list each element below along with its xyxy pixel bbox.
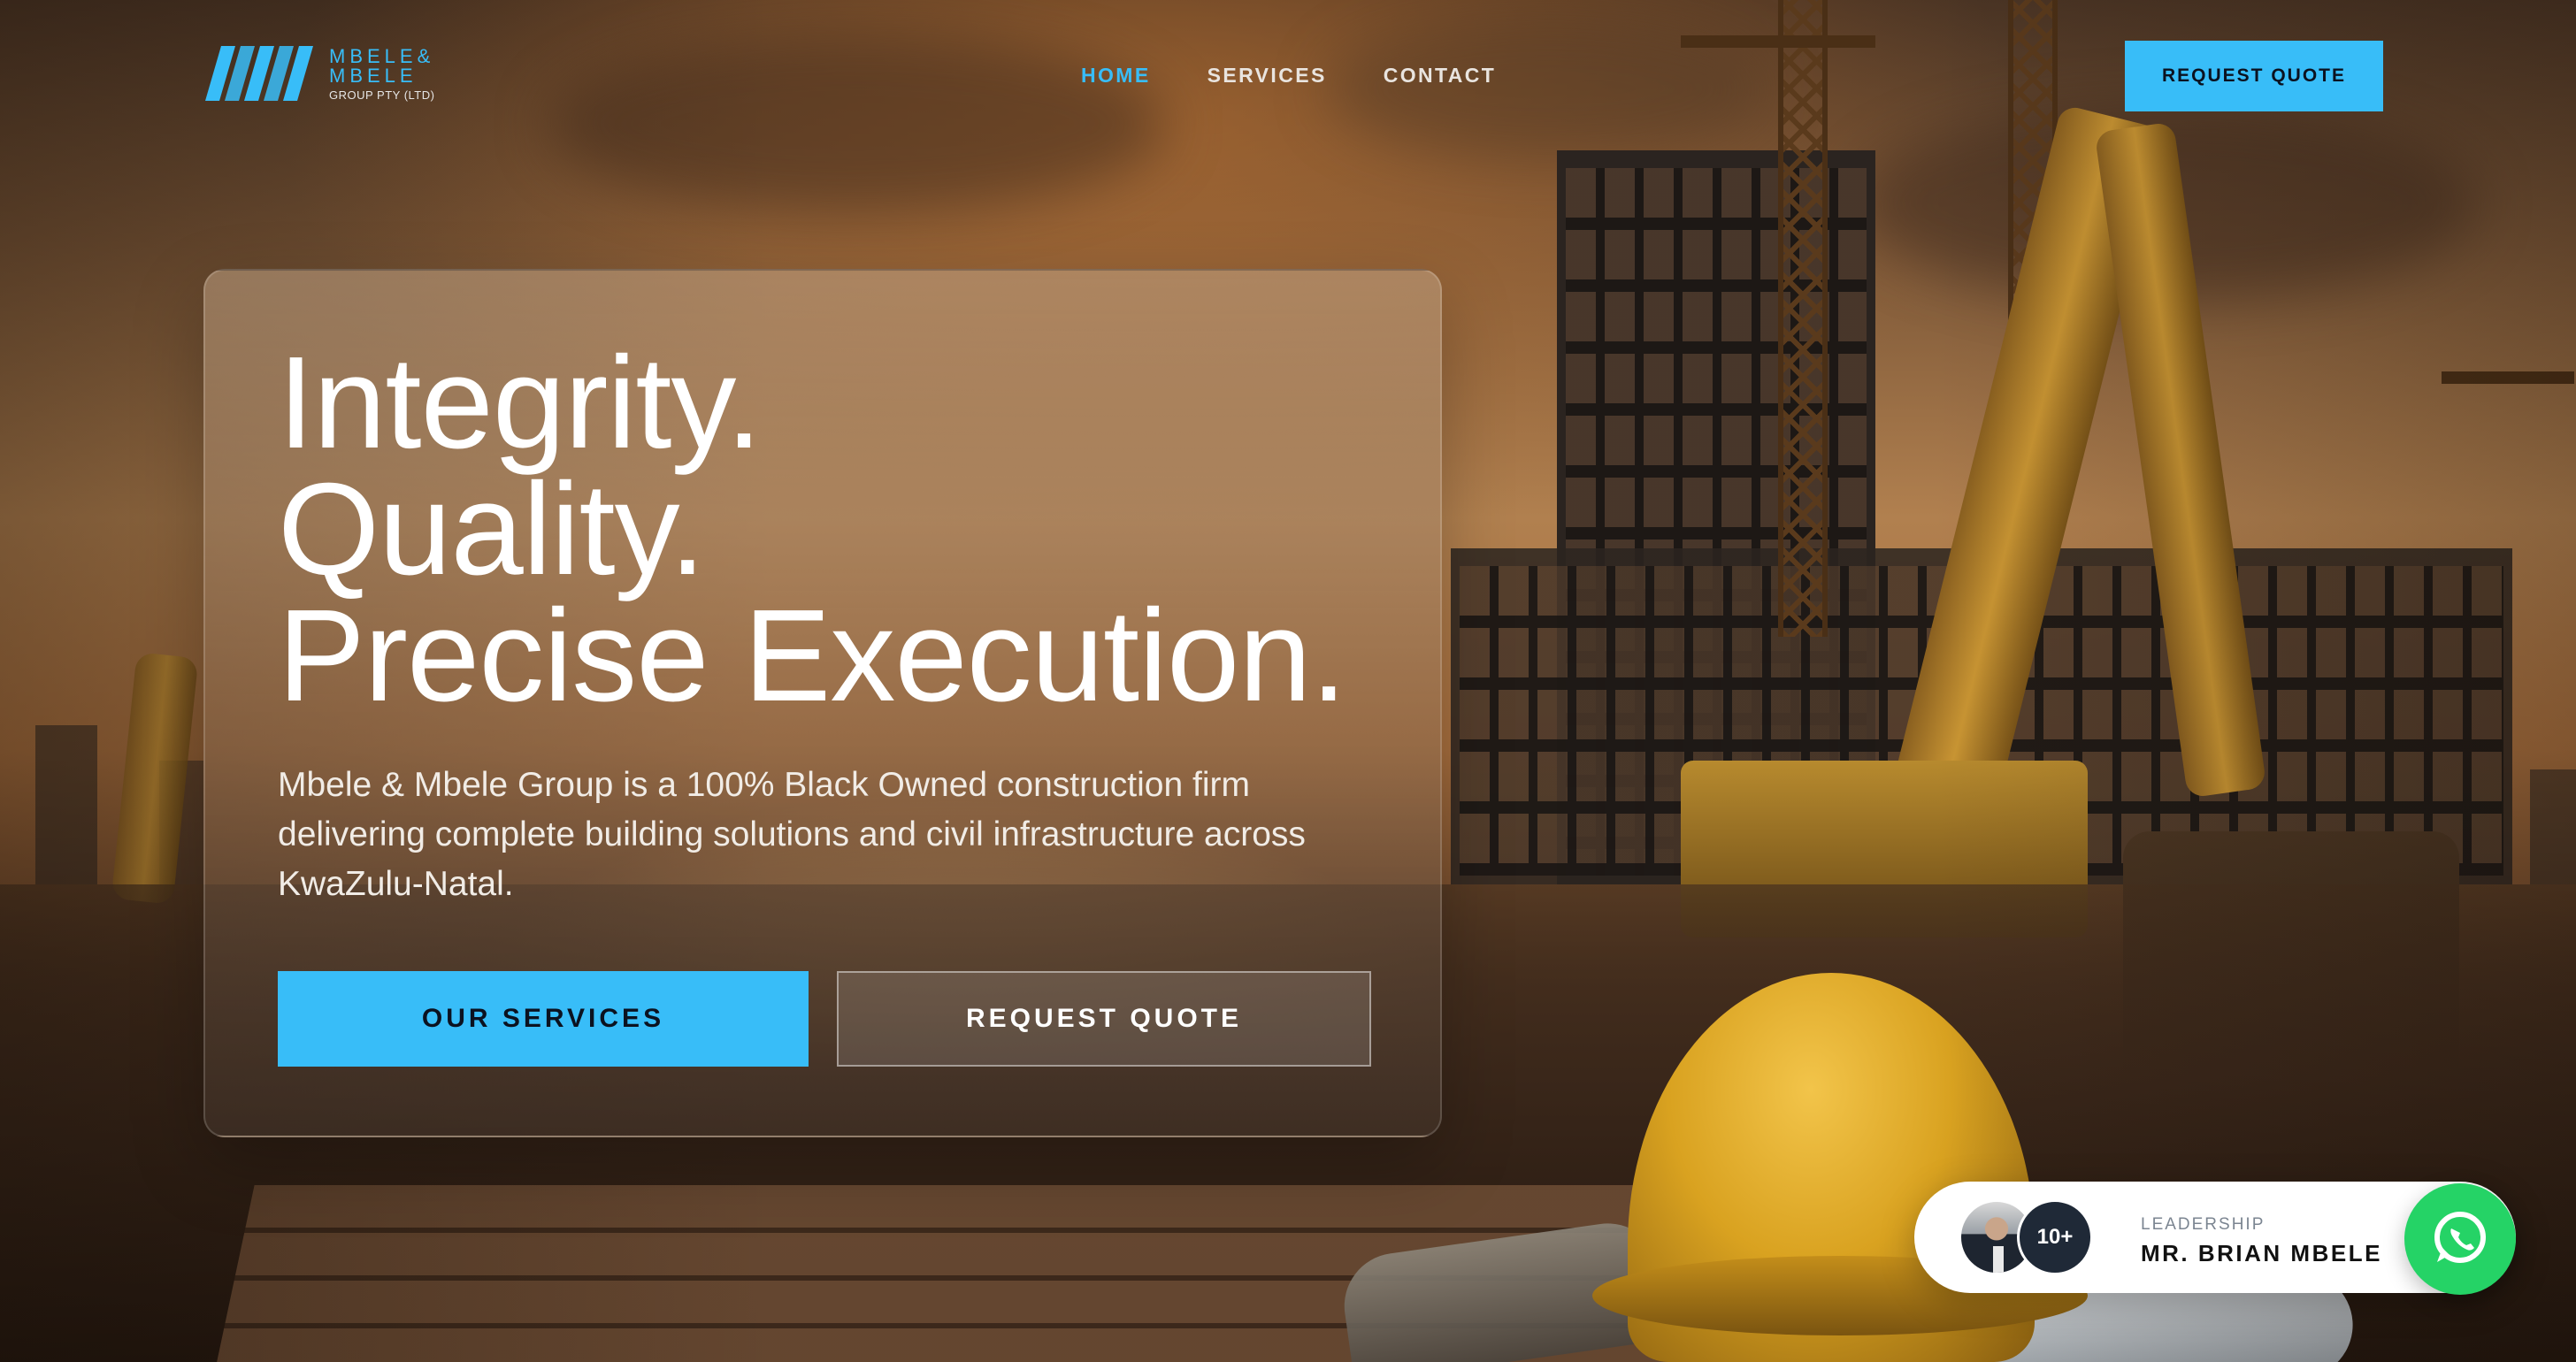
nav-item-services[interactable]: SERVICES bbox=[1208, 64, 1327, 88]
leader-name: MR. BRIAN MBELE bbox=[2141, 1240, 2382, 1266]
our-services-button[interactable]: OUR SERVICES bbox=[278, 971, 809, 1067]
logo-text: MBELE& MBELE GROUP PTY (LTD) bbox=[329, 44, 435, 102]
logo-name-line2: MBELE bbox=[329, 64, 418, 87]
leadership-label: LEADERSHIP bbox=[2141, 1215, 2266, 1234]
whatsapp-icon bbox=[2434, 1212, 2486, 1263]
hero-title: Integrity. Quality. Precise Execution. bbox=[278, 330, 1347, 729]
brand-logo[interactable]: MBELE& MBELE GROUP PTY (LTD) bbox=[205, 46, 434, 101]
nav-item-contact[interactable]: CONTACT bbox=[1384, 64, 1497, 88]
whatsapp-button[interactable] bbox=[2404, 1183, 2516, 1295]
experience-badge: 10+ bbox=[2017, 1199, 2093, 1275]
hero-title-line-3: Precise Execution. bbox=[278, 583, 1347, 729]
hero-card: Integrity. Quality. Precise Execution. M… bbox=[203, 269, 1442, 1137]
logo-name-line1: MBELE& bbox=[329, 44, 435, 67]
logo-tagline: GROUP PTY (LTD) bbox=[329, 88, 435, 102]
hero-description: Mbele & Mbele Group is a 100% Black Owne… bbox=[278, 766, 1306, 903]
header-request-quote-button[interactable]: REQUEST QUOTE bbox=[2125, 41, 2383, 111]
hero-title-line-1: Integrity. bbox=[278, 330, 763, 476]
hero-title-line-2: Quality. bbox=[278, 456, 706, 602]
main-nav: HOME SERVICES CONTACT bbox=[1081, 64, 1496, 88]
logo-mark-icon bbox=[205, 46, 313, 101]
hero-request-quote-button[interactable]: REQUEST QUOTE bbox=[837, 971, 1371, 1067]
nav-item-home[interactable]: HOME bbox=[1081, 64, 1151, 88]
